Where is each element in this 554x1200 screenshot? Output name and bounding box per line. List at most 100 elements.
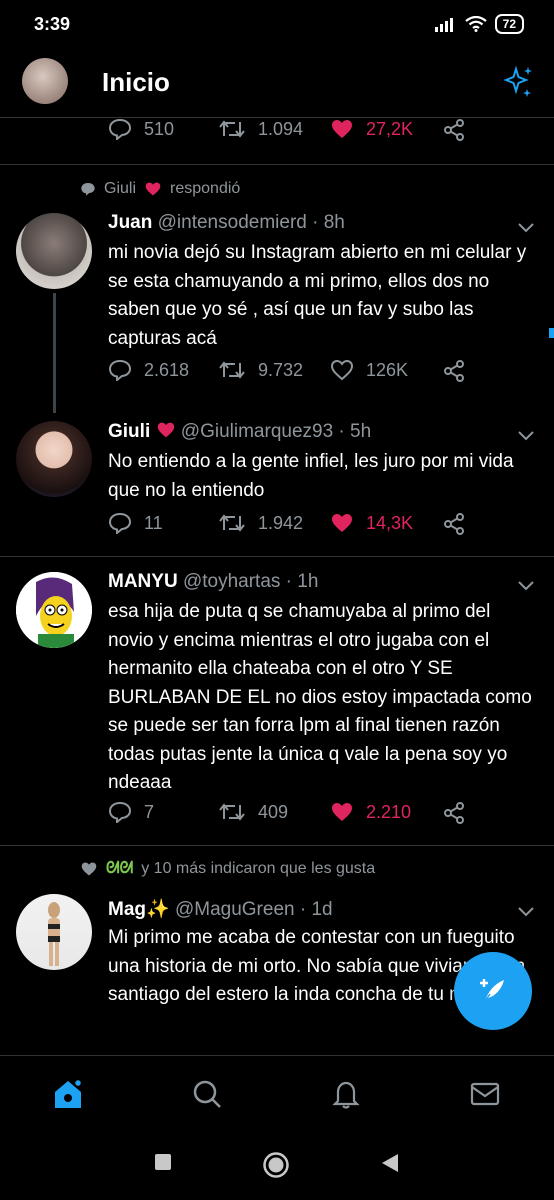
like-button[interactable]: 2.210 — [330, 801, 411, 823]
share-icon — [444, 513, 464, 535]
share-button[interactable] — [442, 512, 466, 536]
retweet-count: 409 — [258, 801, 289, 822]
share-icon — [444, 360, 464, 382]
avatar-mag[interactable] — [16, 894, 92, 970]
mail-icon — [470, 1082, 500, 1106]
reply-button[interactable]: 510 — [108, 118, 174, 140]
retweet-button[interactable]: 1.094 — [218, 118, 303, 140]
heart-icon — [81, 862, 97, 876]
bell-icon — [332, 1081, 360, 1109]
share-icon — [444, 802, 464, 824]
avatar-juan[interactable] — [16, 213, 92, 289]
compose-icon — [480, 979, 504, 1002]
reply-count: 2.618 — [144, 359, 190, 380]
scroll-indicator[interactable] — [549, 328, 554, 338]
nav-search[interactable] — [187, 1074, 227, 1114]
home-icon — [55, 1078, 83, 1108]
like-button[interactable]: 27,2K — [330, 118, 413, 140]
chevron-down-icon[interactable] — [518, 223, 534, 233]
nav-notifications[interactable] — [326, 1074, 366, 1114]
recent-apps-icon[interactable] — [154, 1153, 172, 1171]
battery-indicator: 72 — [494, 14, 524, 34]
page-title: Inicio — [102, 67, 170, 97]
home-button-icon[interactable] — [262, 1151, 290, 1179]
heart-icon — [332, 514, 352, 532]
reply-icon — [108, 801, 132, 823]
back-icon[interactable] — [380, 1153, 400, 1173]
display-name[interactable]: Mag — [108, 899, 146, 920]
retweet-icon — [219, 803, 245, 821]
reply-button[interactable]: 2.618 — [108, 359, 189, 381]
nav-messages[interactable] — [465, 1074, 505, 1114]
sparkle-icon[interactable] — [500, 64, 536, 100]
chevron-down-icon[interactable] — [518, 581, 534, 591]
like-context: ᘛᘛ y 10 más indicaron que les gusta — [80, 860, 375, 878]
wifi-icon — [464, 16, 487, 32]
context-text: y 10 más indicaron que les gusta — [141, 860, 376, 877]
reply-button[interactable]: 11 — [108, 512, 163, 534]
tweet-header: Mag✨ @MaguGreen · 1d — [108, 897, 333, 921]
reply-icon — [108, 118, 132, 140]
tweet-header: MANYU @toyhartas · 1h — [108, 571, 318, 593]
context-user[interactable]: Giuli — [104, 180, 136, 198]
top-header: Inicio — [0, 50, 554, 118]
reply-button[interactable]: 7 — [108, 801, 154, 823]
heart-icon — [332, 120, 352, 138]
handle[interactable]: @intensodemierd · 8h — [158, 212, 345, 233]
like-count: 2.210 — [366, 801, 412, 822]
heart-icon — [332, 803, 352, 821]
chevron-down-icon[interactable] — [518, 431, 534, 441]
reply-context: Giuli respondió — [80, 180, 240, 198]
share-button[interactable] — [442, 118, 466, 142]
share-button[interactable] — [442, 359, 466, 383]
share-button[interactable] — [442, 801, 466, 825]
tweet-text: No entiendo a la gente infiel, les juro … — [108, 451, 514, 501]
reply-count: 11 — [144, 512, 163, 533]
compose-button[interactable] — [454, 952, 532, 1030]
avatar-giuli[interactable] — [16, 421, 92, 497]
display-name[interactable]: MANYU — [108, 571, 178, 592]
handle[interactable]: @toyhartas · 1h — [183, 571, 318, 592]
retweet-count: 1.094 — [258, 118, 304, 139]
status-bar: 3:39 72 — [0, 0, 554, 50]
tweet-header: Giuli @Giulimarquez93 · 5h — [108, 421, 371, 443]
like-count: 14,3K — [366, 512, 414, 533]
tweet-header: Juan @intensodemierd · 8h — [108, 212, 345, 234]
retweet-button[interactable]: 409 — [218, 801, 288, 823]
context-text: respondió — [170, 180, 241, 197]
tweet-actions: 7 409 2.210 — [0, 801, 554, 835]
previous-tweet-actions: 510 1.094 27,2K — [0, 118, 554, 152]
avatar-photo-image — [48, 902, 60, 966]
retweet-icon — [219, 361, 245, 379]
timeline-feed[interactable]: 510 1.094 27,2K Giuli respondió Juan @in… — [0, 118, 554, 1055]
divider — [0, 845, 554, 846]
profile-avatar[interactable] — [22, 58, 68, 104]
retweet-count: 1.942 — [258, 512, 304, 533]
chevron-down-icon[interactable] — [518, 907, 534, 917]
retweet-count: 9.732 — [258, 359, 304, 380]
avatar-manyu[interactable] — [16, 572, 92, 648]
handle[interactable]: @Giulimarquez93 · 5h — [181, 421, 371, 442]
search-icon — [193, 1080, 221, 1108]
thread-line — [53, 293, 56, 413]
like-count: 126K — [366, 359, 409, 380]
retweet-button[interactable]: 9.732 — [218, 359, 303, 381]
share-icon — [444, 119, 464, 141]
reply-icon — [81, 183, 95, 196]
handle[interactable]: @MaguGreen · 1d — [175, 899, 333, 920]
divider — [0, 556, 554, 557]
retweet-icon — [219, 514, 245, 532]
like-button[interactable]: 14,3K — [330, 512, 413, 534]
display-name[interactable]: Juan — [108, 212, 152, 233]
retweet-icon — [219, 120, 245, 138]
signal-icon — [434, 18, 453, 32]
reply-icon — [108, 359, 132, 381]
status-icons: 72 — [434, 14, 524, 34]
context-user[interactable]: ᘛᘛ — [106, 860, 133, 878]
divider — [0, 164, 554, 165]
nav-home[interactable] — [48, 1074, 88, 1114]
like-button[interactable]: 126K — [330, 359, 408, 381]
retweet-button[interactable]: 1.942 — [218, 512, 303, 534]
heart-icon — [145, 182, 161, 196]
display-name[interactable]: Giuli — [108, 421, 150, 442]
